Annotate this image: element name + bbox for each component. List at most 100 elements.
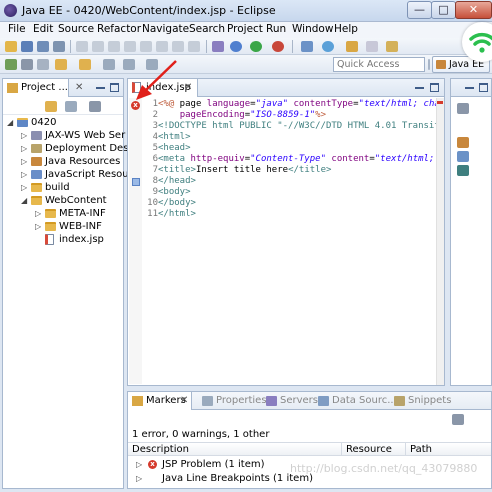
search-icon[interactable] — [386, 41, 398, 52]
tab-properties[interactable]: Properties — [202, 392, 267, 410]
step-over-icon[interactable] — [172, 41, 184, 52]
code-line[interactable]: <html> — [158, 132, 191, 143]
open-task-icon[interactable] — [366, 41, 378, 52]
maximize-view-icon[interactable] — [479, 83, 488, 92]
column-description[interactable]: Description — [128, 443, 342, 456]
code-line[interactable]: <title>Insert title here</title> — [158, 165, 331, 176]
menu-project[interactable]: Project — [227, 23, 263, 35]
tab-snippets[interactable]: Snippets — [394, 392, 451, 410]
code-line[interactable]: pageEncoding="ISO-8859-1"%> — [158, 110, 326, 121]
code-line[interactable]: <meta http-equiv="Content-Type" content=… — [158, 154, 436, 165]
code-line[interactable]: </body> — [158, 198, 196, 209]
outline-node-icon[interactable] — [457, 151, 469, 162]
minimize-view-icon[interactable] — [96, 83, 105, 89]
toggle-mark-icon[interactable] — [21, 59, 33, 70]
code-editor[interactable]: <%@ page language="java" contentType="te… — [158, 98, 436, 385]
outline-node-icon[interactable] — [457, 165, 469, 176]
open-type-icon[interactable] — [346, 41, 358, 52]
menu-window[interactable]: Window — [292, 23, 333, 35]
save-icon[interactable] — [21, 41, 33, 52]
collapsed-arrow-icon[interactable]: ▷ — [35, 220, 41, 233]
new-icon[interactable] — [5, 41, 17, 52]
menu-help[interactable]: Help — [334, 23, 358, 35]
step-into-icon[interactable] — [156, 41, 168, 52]
maximize-editor-icon[interactable] — [430, 83, 439, 92]
new-server-icon[interactable] — [301, 41, 313, 52]
tree-item-webcontent[interactable]: ◢ WebContent — [7, 194, 125, 207]
overview-ruler[interactable] — [436, 98, 444, 385]
expanded-arrow-icon[interactable]: ◢ — [21, 194, 27, 207]
print-icon[interactable] — [53, 41, 65, 52]
annotation-icon[interactable] — [5, 59, 17, 70]
minimize-editor-icon[interactable] — [415, 83, 424, 89]
code-line[interactable]: <%@ page language="java" contentType="te… — [158, 99, 436, 110]
error-overview-mark[interactable] — [437, 101, 443, 104]
server-icon[interactable] — [212, 41, 224, 52]
collapsed-arrow-icon[interactable]: ▷ — [21, 129, 27, 142]
next-annotation-icon[interactable] — [55, 59, 67, 70]
suspend-icon[interactable] — [108, 41, 120, 52]
tab-markers[interactable]: Markers ✕ — [128, 392, 192, 410]
title-bar[interactable]: Java EE - 0420/WebContent/index.jsp - Ec… — [0, 0, 492, 22]
link-with-editor-icon[interactable] — [65, 101, 77, 112]
step-return-icon[interactable] — [188, 41, 200, 52]
resume-icon[interactable] — [92, 41, 104, 52]
quick-access-input[interactable] — [333, 57, 425, 72]
menu-search[interactable]: Search — [189, 23, 225, 35]
minimize-button[interactable]: — — [407, 1, 432, 19]
column-resource[interactable]: Resource — [342, 443, 406, 456]
tab-project-explorer[interactable]: Project ... — [3, 79, 69, 97]
close-tab-icon[interactable]: ✕ — [180, 392, 188, 409]
run-icon[interactable] — [250, 41, 262, 52]
minimize-view-icon[interactable] — [465, 83, 474, 89]
close-tab-icon[interactable]: ✕ — [184, 79, 192, 96]
menu-file[interactable]: File — [8, 23, 26, 35]
collapsed-arrow-icon[interactable]: ▷ — [136, 458, 142, 471]
close-tab-icon[interactable]: ✕ — [75, 79, 83, 96]
back-icon[interactable] — [103, 59, 115, 70]
tree-item-java-resources[interactable]: ▷ Java Resources — [7, 155, 125, 168]
collapsed-arrow-icon[interactable]: ▷ — [35, 207, 41, 220]
maximize-view-icon[interactable] — [110, 83, 119, 92]
collapsed-arrow-icon[interactable]: ▷ — [21, 181, 27, 194]
code-line[interactable]: <body> — [158, 187, 191, 198]
maximize-button[interactable]: □ — [431, 1, 456, 19]
menu-navigate[interactable]: Navigate — [142, 23, 189, 35]
collapsed-arrow-icon[interactable]: ▷ — [136, 472, 142, 485]
collapsed-arrow-icon[interactable]: ▷ — [21, 142, 27, 155]
globe-icon[interactable] — [322, 41, 334, 52]
debug-icon[interactable] — [230, 41, 242, 52]
column-path[interactable]: Path — [406, 443, 492, 456]
menu-refactor[interactable]: Refactor — [97, 23, 141, 35]
collapsed-arrow-icon[interactable]: ▷ — [21, 155, 27, 168]
task-list-icon[interactable] — [457, 103, 469, 114]
code-line[interactable]: </html> — [158, 209, 196, 220]
tab-servers[interactable]: Servers — [266, 392, 318, 410]
expanded-arrow-icon[interactable]: ◢ — [7, 116, 13, 129]
terminate-icon[interactable] — [124, 41, 136, 52]
save-all-icon[interactable] — [37, 41, 49, 52]
tree-item-javascript-resources[interactable]: ▷ JavaScript Resou — [7, 168, 129, 181]
tree-item-index-jsp[interactable]: index.jsp — [7, 233, 125, 246]
code-line[interactable]: </head> — [158, 176, 196, 187]
menu-source[interactable]: Source — [58, 23, 94, 35]
skip-breakpoints-icon[interactable] — [76, 41, 88, 52]
pin-editor-icon[interactable] — [37, 59, 49, 70]
tree-item-deployment-descriptor[interactable]: ▷ Deployment Desc — [7, 142, 134, 155]
tree-item-jax-ws[interactable]: ▷ JAX-WS Web Ser — [7, 129, 125, 142]
disconnect-icon[interactable] — [140, 41, 152, 52]
menu-run[interactable]: Run — [266, 23, 286, 35]
tree-item-build[interactable]: ▷ build — [7, 181, 125, 194]
tree-item-web-inf[interactable]: ▷ WEB-INF — [7, 220, 125, 233]
filter-icon[interactable] — [452, 414, 464, 425]
annotation-ruler[interactable]: x — [129, 98, 142, 384]
tree-item-meta-inf[interactable]: ▷ META-INF — [7, 207, 125, 220]
previous-annotation-icon[interactable] — [79, 59, 91, 70]
outline-node-icon[interactable] — [457, 137, 469, 148]
collapse-all-icon[interactable] — [45, 101, 57, 112]
collapsed-arrow-icon[interactable]: ▷ — [21, 168, 27, 181]
menu-edit[interactable]: Edit — [33, 23, 53, 35]
tab-data-source[interactable]: Data Sourc... — [318, 392, 397, 410]
view-menu-icon[interactable] — [89, 101, 101, 112]
close-button[interactable]: ✕ — [455, 1, 492, 19]
